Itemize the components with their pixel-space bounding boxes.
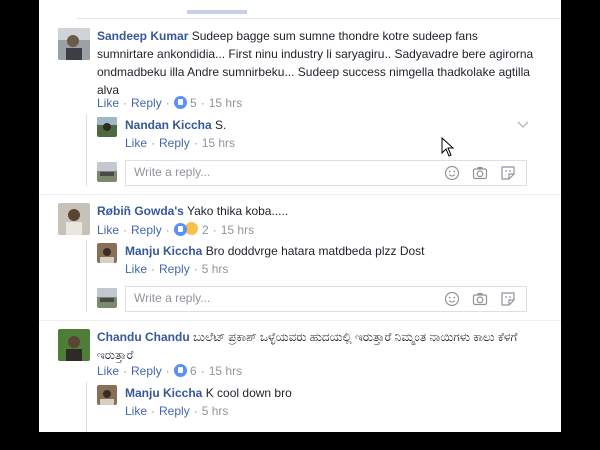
comment-actions: Like · Reply · 2 · 15 hrs (97, 221, 255, 237)
comment-body: Chandu Chandu ಬುಲೆಟ್ ಪ್ರಕಾಶ್ ಒಳ್ಳೆಯವರು ಹ… (97, 328, 537, 364)
reply-link[interactable]: Reply (159, 262, 190, 276)
reaction-count[interactable]: 5 (190, 96, 197, 110)
camera-icon[interactable] (472, 291, 488, 307)
like-reaction-icon (173, 223, 187, 236)
reply-author[interactable]: Manju Kiccha (125, 244, 202, 258)
camera-icon[interactable] (472, 165, 488, 181)
avatar[interactable] (58, 329, 90, 361)
reply-text: K cool down bro (205, 386, 292, 400)
mouse-cursor-icon (441, 137, 455, 157)
avatar-photo-icon (97, 243, 117, 263)
current-user-avatar (97, 162, 117, 182)
reply-link[interactable]: Reply (131, 223, 162, 237)
reply-text: Bro doddvrge hatara matdbeda plzz Dost (205, 244, 425, 258)
comment-author[interactable]: Røbiñ Gowda's (97, 204, 184, 218)
reply-box (125, 160, 527, 186)
like-link[interactable]: Like (97, 223, 119, 237)
thread-line (86, 382, 87, 432)
divider (39, 320, 561, 321)
reply-author[interactable]: Nandan Kiccha (125, 118, 212, 132)
current-user-avatar (97, 288, 117, 308)
timestamp[interactable]: 15 hrs (202, 136, 235, 150)
comment-author[interactable]: Chandu Chandu (97, 330, 190, 344)
like-reaction-icon (173, 364, 187, 377)
reply-text: S. (215, 118, 227, 132)
like-link[interactable]: Like (97, 364, 119, 378)
avatar[interactable] (97, 243, 117, 263)
avatar-photo-icon (58, 329, 90, 361)
avatar-photo-icon (58, 28, 90, 60)
comments-panel: Sandeep Kumar Sudeep bagge sum sumne tho… (39, 0, 561, 432)
avatar-photo-icon (97, 162, 117, 182)
avatar[interactable] (58, 203, 90, 235)
comment-text: Yako thika koba..... (186, 204, 289, 218)
comment-actions: Like · Reply · 5 · 15 hrs (97, 96, 243, 110)
reply-actions: Like · Reply · 15 hrs (125, 136, 236, 150)
timestamp[interactable]: 15 hrs (209, 96, 242, 110)
emoji-icon[interactable] (444, 165, 460, 181)
comment-actions: Like · Reply · 6 · 15 hrs (97, 364, 243, 378)
reply-link[interactable]: Reply (159, 404, 190, 418)
avatar-photo-icon (97, 117, 117, 137)
timestamp[interactable]: 5 hrs (202, 262, 229, 276)
reply-input[interactable] (132, 290, 436, 306)
reply-body: Manju Kiccha Bro doddvrge hatara matdbed… (125, 242, 425, 260)
avatar-photo-icon (58, 203, 90, 235)
reply-link[interactable]: Reply (131, 96, 162, 110)
comment-body: Sandeep Kumar Sudeep bagge sum sumne tho… (97, 27, 537, 99)
avatar[interactable] (97, 385, 117, 405)
reply-body: Manju Kiccha K cool down bro (125, 384, 292, 402)
reply-link[interactable]: Reply (159, 136, 190, 150)
reaction-count[interactable]: 2 (202, 223, 209, 237)
like-reaction-icon (173, 96, 187, 109)
timestamp[interactable]: 15 hrs (209, 364, 242, 378)
avatar[interactable] (58, 28, 90, 60)
comment-body: Røbiñ Gowda's Yako thika koba..... (97, 202, 537, 220)
reply-author[interactable]: Manju Kiccha (125, 386, 202, 400)
divider (39, 194, 561, 195)
reply-box (125, 286, 527, 312)
thread-line (86, 114, 87, 186)
reply-actions: Like · Reply · 5 hrs (125, 262, 229, 276)
reply-body: Nandan Kiccha S. (125, 116, 226, 134)
sticker-icon[interactable] (500, 291, 516, 307)
timestamp[interactable]: 5 hrs (202, 404, 229, 418)
reply-link[interactable]: Reply (131, 364, 162, 378)
reply-input[interactable] (132, 164, 436, 180)
sticker-icon[interactable] (500, 165, 516, 181)
like-link[interactable]: Like (125, 404, 147, 418)
reply-actions: Like · Reply · 5 hrs (125, 404, 229, 418)
comment-author[interactable]: Sandeep Kumar (97, 29, 188, 43)
thread-line (86, 240, 87, 312)
like-link[interactable]: Like (125, 262, 147, 276)
avatar-photo-icon (97, 288, 117, 308)
top-divider (77, 0, 561, 19)
avatar-photo-icon (97, 385, 117, 405)
like-link[interactable]: Like (97, 96, 119, 110)
emoji-icon[interactable] (444, 291, 460, 307)
chevron-down-icon[interactable] (517, 121, 529, 129)
avatar[interactable] (97, 117, 117, 137)
like-link[interactable]: Like (125, 136, 147, 150)
timestamp[interactable]: 15 hrs (221, 223, 254, 237)
reaction-count[interactable]: 6 (190, 364, 197, 378)
